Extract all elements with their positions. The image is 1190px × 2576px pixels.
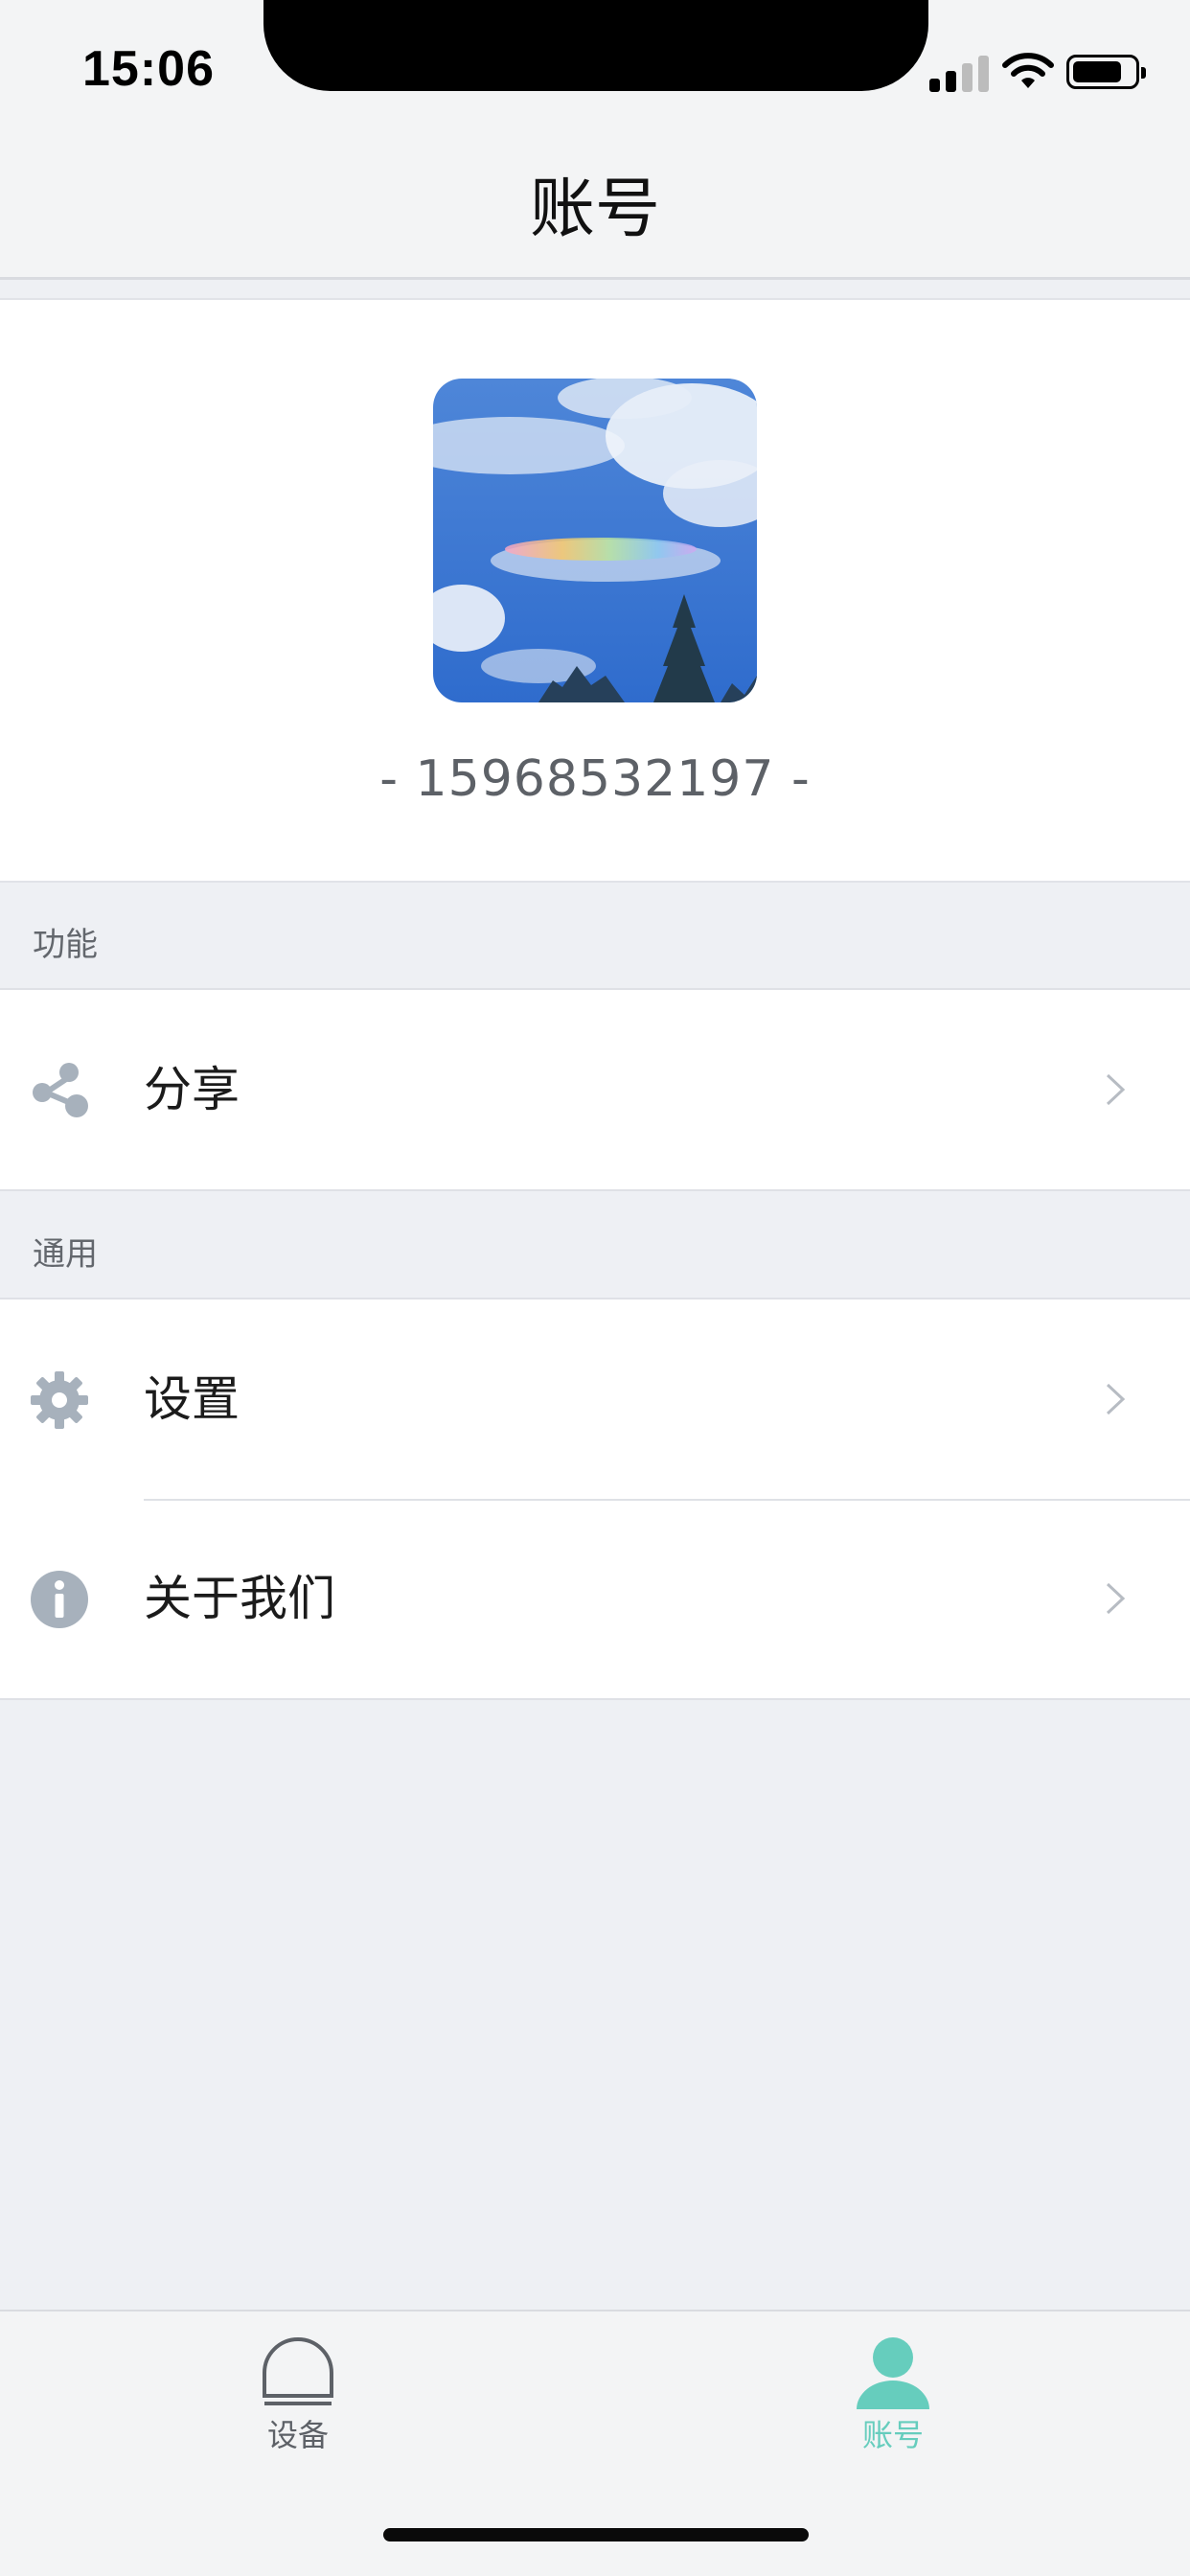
signal-icon	[929, 54, 991, 92]
avatar[interactable]	[433, 379, 757, 702]
wifi-icon	[1002, 53, 1054, 88]
tab-device-label: 设备	[266, 2417, 329, 2453]
about-us-label: 关于我们	[144, 1571, 335, 1626]
page-title: 账号	[529, 172, 660, 247]
battery-icon	[1066, 55, 1146, 89]
general-group: 设置 关于我们	[0, 1298, 1190, 1700]
features-group: 分享	[0, 988, 1190, 1191]
info-icon	[31, 1571, 88, 1628]
tab-account[interactable]: 账号	[797, 2336, 989, 2455]
section-header-features: 功能	[0, 883, 1190, 988]
chevron-right-icon	[1106, 1582, 1126, 1615]
list-item-settings[interactable]: 设置	[0, 1300, 1190, 1499]
section-header-general: 通用	[0, 1192, 1190, 1298]
share-label: 分享	[144, 1062, 240, 1117]
chevron-right-icon	[1106, 1073, 1126, 1106]
device-icon	[263, 2337, 333, 2405]
home-indicator	[383, 2528, 809, 2542]
status-time: 15:06	[82, 41, 215, 97]
chevron-right-icon	[1106, 1383, 1126, 1415]
list-item-share[interactable]: 分享	[0, 990, 1190, 1189]
settings-label: 设置	[144, 1371, 240, 1427]
share-icon	[33, 1063, 88, 1117]
tab-device[interactable]: 设备	[202, 2336, 394, 2455]
list-item-about-us[interactable]: 关于我们	[0, 1499, 1190, 1698]
tab-account-label: 账号	[861, 2417, 924, 2453]
profile-card: - 15968532197 -	[0, 298, 1190, 883]
person-icon	[857, 2337, 929, 2409]
gear-icon	[31, 1371, 88, 1429]
account-phone-number: - 15968532197 -	[379, 750, 811, 808]
screen-notch	[263, 0, 928, 91]
top-bar: 15:06 账号	[0, 0, 1190, 280]
